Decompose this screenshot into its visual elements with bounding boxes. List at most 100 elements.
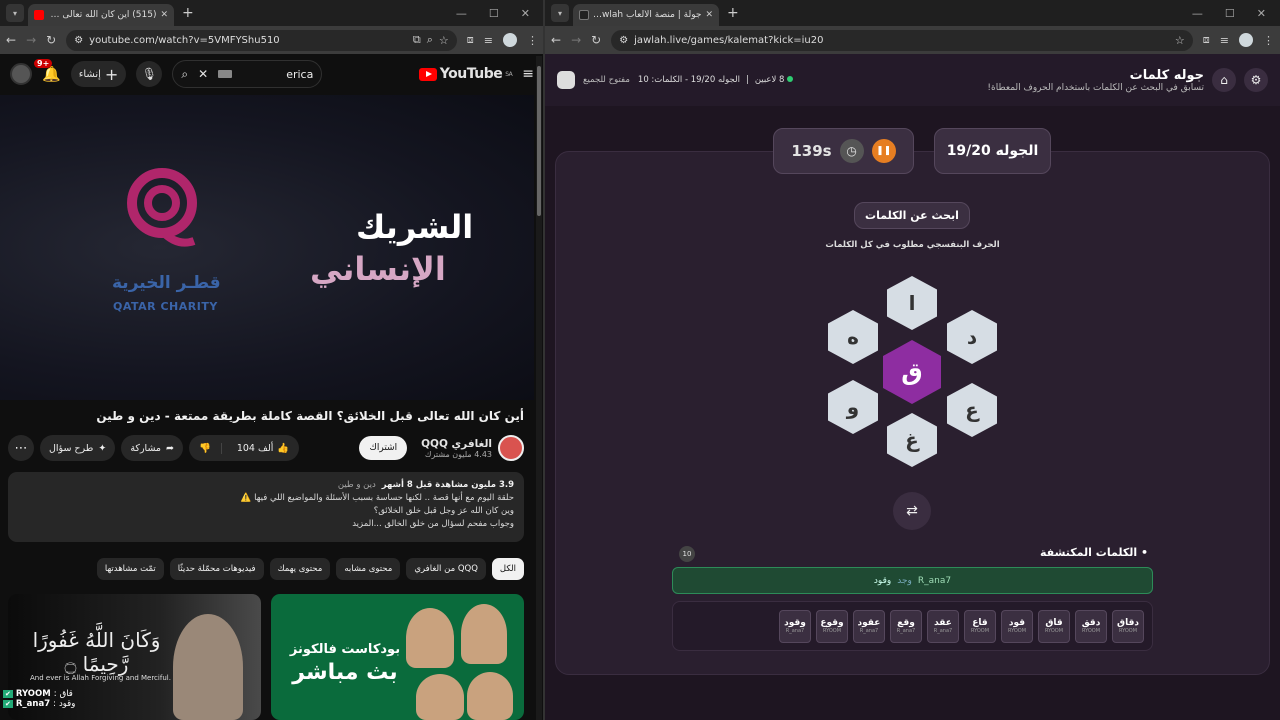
create-button[interactable]: إنشاء +: [70, 61, 127, 87]
view-meta: 3.9 مليون مشاهدة قبل 8 أشهر: [381, 480, 514, 490]
like-button[interactable]: 104 ألف 👍: [227, 443, 299, 454]
chip-for-you[interactable]: محتوى يهمك: [269, 558, 331, 580]
last-found-banner: R_ana7 وجد وقود: [672, 567, 1153, 594]
back-icon[interactable]: ←: [551, 33, 561, 47]
menu-dots-icon[interactable]: ⋮: [1263, 34, 1274, 47]
stream-chat-overlay: ✔ RYOOM: قاق ✔ R_ana7: وقود: [0, 686, 160, 720]
settings-gear-icon[interactable]: ⚙: [1244, 68, 1268, 92]
new-tab-icon[interactable]: +: [727, 5, 739, 21]
found-word-chip: قاق RYOOM: [1038, 609, 1070, 643]
forward-icon[interactable]: →: [26, 33, 36, 47]
chip-from-channel[interactable]: من الغافري QQQ: [406, 558, 486, 580]
profile-avatar[interactable]: [1239, 33, 1253, 47]
profile-avatar[interactable]: [503, 33, 517, 47]
url-text: jawlah.live/games/kalemat?kick=iu20: [634, 34, 824, 46]
home-icon[interactable]: ⌂: [1212, 68, 1236, 92]
address-bar[interactable]: ⚙ jawlah.live/games/kalemat?kick=iu20 ☆: [611, 29, 1193, 51]
pause-button[interactable]: ❚❚: [871, 139, 896, 163]
shuffle-icon[interactable]: ⇄: [893, 492, 931, 530]
channel-name[interactable]: الغافري QQQ: [421, 438, 492, 450]
tab-search-icon[interactable]: ▾: [551, 4, 569, 22]
found-word: عقد: [934, 618, 952, 628]
video-player[interactable]: قطـر الخيرية QATAR CHARITY الشريك الإنسا…: [0, 95, 534, 400]
dislike-icon[interactable]: 👎: [189, 442, 222, 454]
extensions-icon[interactable]: ⧈: [1203, 33, 1210, 47]
chat-badge-icon: ✔: [3, 690, 13, 698]
game-header: مفتوح للجميع 8 لاعبين | الجوله 19/20 - ا…: [545, 54, 1280, 106]
chip-watched[interactable]: تمّت مشاهدتها: [96, 558, 164, 580]
right-tab-strip: ▾ جولة | منصة الألعاب Jawlah - ✕ + — ☐ ✕: [545, 0, 1280, 26]
chip-recently-uploaded[interactable]: فيديوهات محمّلة حديثًا: [169, 558, 264, 580]
thumbnail-live-label: بث مباشر: [292, 660, 398, 685]
tab-search-icon[interactable]: ▾: [6, 4, 24, 22]
online-dot-icon: [787, 76, 794, 82]
close-window-icon[interactable]: ✕: [1257, 7, 1266, 20]
site-info-icon[interactable]: ⚙: [619, 35, 628, 46]
zoom-icon[interactable]: ⌕: [427, 33, 433, 47]
found-word-chip: وقع R_ana7: [890, 609, 922, 643]
bookmark-star-icon[interactable]: ☆: [439, 34, 449, 47]
close-window-icon[interactable]: ✕: [521, 7, 530, 20]
jawlah-tab[interactable]: جولة | منصة الألعاب Jawlah - ✕: [573, 4, 719, 26]
maximize-icon[interactable]: ☐: [1225, 7, 1235, 20]
chip-all[interactable]: الكل: [491, 558, 524, 580]
page-scrollbar[interactable]: [536, 56, 542, 720]
youtube-logo[interactable]: YouTube SA: [418, 66, 513, 82]
reload-icon[interactable]: ↻: [591, 33, 601, 47]
minimize-icon[interactable]: —: [1192, 7, 1203, 20]
related-video-thumbnail[interactable]: بودكاست فالكونز بث مباشر: [271, 594, 524, 720]
description-box[interactable]: 3.9 مليون مشاهدة قبل 8 أشهر دين و طين حل…: [8, 472, 524, 542]
share-label: مشاركة: [130, 442, 162, 454]
voice-search-mic-icon[interactable]: 🎙: [136, 61, 163, 87]
extensions-icon[interactable]: ⧈: [467, 33, 474, 47]
search-box[interactable]: ⌕ ✕ erica: [172, 60, 323, 88]
hamburger-menu-icon[interactable]: ≡: [522, 66, 534, 82]
user-avatar[interactable]: [10, 63, 32, 85]
found-word-user: RYOOM: [1007, 628, 1027, 634]
notifications-bell-icon[interactable]: 🔔 9+: [34, 59, 61, 83]
ask-button[interactable]: طرح سؤال ✦: [40, 435, 116, 461]
keyboard-icon[interactable]: [218, 70, 233, 78]
media-icon[interactable]: ≡: [1220, 34, 1229, 47]
ask-label: طرح سؤال: [49, 442, 94, 454]
close-tab-icon[interactable]: ✕: [160, 10, 168, 20]
chip-similar[interactable]: محتوى مشابه: [336, 558, 401, 580]
game-stats: 8 لاعبين | الجوله 19/20 - الكلمات: 10: [638, 75, 794, 85]
chat-line: ✔ RYOOM: قاق: [3, 689, 157, 699]
address-bar[interactable]: ⚙ youtube.com/watch?v=5VMFYShu510 ⧉ ⌕ ☆: [66, 29, 457, 51]
last-found-verb: وجد: [897, 575, 912, 586]
channel-info[interactable]: الغافري QQQ 4.43 مليون مشترك: [421, 438, 492, 459]
thumbnail-person: [416, 674, 464, 720]
site-info-icon[interactable]: ⚙: [74, 35, 83, 46]
clear-search-icon[interactable]: ✕: [198, 67, 208, 81]
subscribe-button[interactable]: اشتراك: [359, 436, 408, 460]
found-word-chip: وقوع RYOOM: [816, 609, 848, 643]
thumbnail-verse: وَكَانَ اللَّهُ غَفُورًا رَّحِيمًا ۝: [32, 628, 161, 676]
reload-icon[interactable]: ↻: [46, 33, 56, 47]
like-dislike-group: 👎 104 ألف 👍: [188, 435, 300, 461]
youtube-tab[interactable]: (515) أين كان الله تعالى قبل ال ✕: [28, 4, 174, 26]
maximize-icon[interactable]: ☐: [489, 7, 499, 20]
search-input[interactable]: erica: [286, 68, 313, 81]
description-line-3[interactable]: وجواب مفحم لسؤال من خلق الخالق ...المزيد: [18, 518, 514, 531]
share-button[interactable]: مشاركة ➦: [121, 435, 183, 461]
minimize-icon[interactable]: —: [456, 7, 467, 20]
kick-logo-icon[interactable]: [557, 71, 575, 89]
media-icon[interactable]: ≡: [484, 34, 493, 47]
more-actions-icon[interactable]: ⋯: [8, 435, 34, 461]
forward-icon[interactable]: →: [571, 33, 581, 47]
found-word-user: R_ana7: [785, 628, 805, 634]
back-icon[interactable]: ←: [6, 33, 16, 47]
scrollbar-thumb[interactable]: [537, 66, 541, 216]
menu-dots-icon[interactable]: ⋮: [527, 34, 538, 47]
found-word-user: RYOOM: [1081, 628, 1101, 634]
like-count: 104 ألف: [236, 442, 274, 454]
search-icon[interactable]: ⌕: [181, 67, 188, 82]
channel-avatar[interactable]: [498, 435, 524, 461]
close-tab-icon[interactable]: ✕: [705, 10, 713, 20]
description-tags[interactable]: دين و طين: [338, 480, 376, 490]
bookmark-star-icon[interactable]: ☆: [1175, 34, 1185, 47]
new-tab-icon[interactable]: +: [182, 5, 194, 21]
cast-icon[interactable]: ⧉: [413, 33, 421, 47]
found-word-user: RYOOM: [1044, 628, 1064, 634]
